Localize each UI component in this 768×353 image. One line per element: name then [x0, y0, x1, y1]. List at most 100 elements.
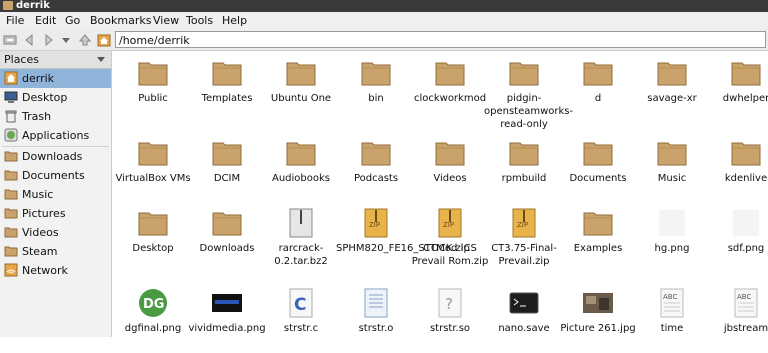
file-item[interactable]: ABC jbstream [709, 281, 768, 353]
sidebar-item-trash[interactable]: Trash [0, 107, 111, 126]
folder-icon [211, 207, 243, 239]
file-item[interactable]: vividmedia.png [188, 281, 266, 353]
applications-icon [4, 128, 18, 142]
folder-icon [137, 137, 169, 169]
sidebar-item-derrik[interactable]: derrik [0, 69, 111, 88]
menu-help[interactable]: Help [222, 14, 247, 28]
sidebar-item-label: Pictures [22, 207, 66, 220]
file-item[interactable]: nano.save [487, 281, 561, 353]
menu-view[interactable]: View [153, 14, 179, 28]
file-item[interactable]: pidgin-opensteamworks-read-only [484, 51, 573, 130]
sidebar-item-videos[interactable]: Videos [0, 223, 111, 242]
svg-text:?: ? [445, 295, 453, 313]
file-label: Examples [573, 243, 623, 254]
file-label: Music [657, 173, 687, 184]
menu-file[interactable]: File [6, 14, 24, 28]
chevron-down-icon[interactable] [97, 57, 105, 62]
file-item[interactable]: ZIP SPHM820_FE16_STOCK.zip [336, 201, 470, 273]
file-item[interactable]: strstr.o [339, 281, 413, 353]
folder-icon [211, 57, 243, 89]
sidebar-item-label: Steam [22, 245, 58, 258]
home-icon[interactable] [96, 32, 112, 48]
image-icon: DG [137, 287, 169, 319]
up-icon[interactable] [77, 32, 93, 48]
menu-edit[interactable]: Edit [35, 14, 56, 28]
file-label: jbstream [723, 323, 768, 334]
file-item[interactable]: rpmbuild [487, 131, 561, 203]
file-item[interactable]: ZIP CTMod ICS Prevail Rom.zip [412, 201, 488, 273]
file-item[interactable]: Ubuntu One [264, 51, 338, 123]
file-item[interactable]: DCIM [190, 131, 264, 203]
sidebar-item-steam[interactable]: Steam [0, 242, 111, 261]
folder-icon [508, 137, 540, 169]
archive-icon [285, 207, 317, 239]
file-item[interactable]: Audiobooks [264, 131, 338, 203]
file-item[interactable]: Public [116, 51, 190, 123]
file-item[interactable]: Music [635, 131, 709, 203]
folder-icon [3, 1, 13, 10]
menu-tools[interactable]: Tools [186, 14, 213, 28]
text-file-icon: ABC [730, 287, 762, 319]
places-header[interactable]: Places [0, 51, 111, 69]
folder-icon [4, 246, 18, 257]
sidebar-item-music[interactable]: Music [0, 185, 111, 204]
photo-icon [582, 287, 614, 319]
menu-go[interactable]: Go [65, 14, 80, 28]
file-item[interactable]: ABC time [635, 281, 709, 353]
menu-bookmarks[interactable]: Bookmarks [90, 14, 151, 28]
folder-icon [211, 137, 243, 169]
file-item[interactable]: Desktop [116, 201, 190, 273]
folder-icon [434, 57, 466, 89]
folder-icon [508, 57, 540, 89]
file-item[interactable]: ? strstr.so [413, 281, 487, 353]
svg-text:C: C [294, 295, 306, 315]
file-item[interactable]: rarcrack-0.2.tar.bz2 [264, 201, 338, 273]
file-label: SPHM820_FE16_STOCK.zip [336, 243, 470, 254]
folder-icon [4, 151, 18, 162]
file-item[interactable]: d [561, 51, 635, 123]
sidebar-item-label: derrik [22, 72, 55, 85]
history-dropdown-icon[interactable] [58, 32, 74, 48]
file-item[interactable]: clockworkmod [413, 51, 487, 123]
folder-icon [730, 57, 762, 89]
file-item[interactable]: sdf.png [709, 201, 768, 273]
sidebar-item-label: Applications [22, 129, 90, 142]
file-item[interactable]: Documents [561, 131, 635, 203]
sidebar-item-applications[interactable]: Applications [0, 126, 111, 145]
sidebar-item-desktop[interactable]: Desktop [0, 88, 111, 107]
file-item[interactable]: savage-xr [635, 51, 709, 123]
file-item[interactable]: bin [339, 51, 413, 123]
file-label: d [594, 93, 602, 104]
file-item[interactable]: Podcasts [339, 131, 413, 203]
file-label: strstr.c [283, 323, 319, 334]
file-item[interactable]: Examples [561, 201, 635, 273]
svg-text:ABC: ABC [737, 293, 751, 301]
file-item[interactable]: kdenlive [709, 131, 768, 203]
file-item[interactable]: Videos [413, 131, 487, 203]
new-tab-icon[interactable] [3, 32, 19, 48]
folder-icon [285, 137, 317, 169]
file-item[interactable]: VirtualBox VMs [115, 131, 191, 203]
file-item[interactable]: Downloads [190, 201, 264, 273]
file-label: Ubuntu One [270, 93, 332, 104]
file-item[interactable]: hg.png [635, 201, 709, 273]
file-item[interactable]: dwhelper [709, 51, 768, 123]
file-label: dwhelper [722, 93, 768, 104]
location-input[interactable]: /home/derrik [115, 31, 766, 48]
file-item[interactable]: Picture 261.jpg [560, 281, 636, 353]
sidebar-item-pictures[interactable]: Pictures [0, 204, 111, 223]
back-icon[interactable] [22, 32, 38, 48]
window-title: derrik [16, 0, 50, 11]
folder-icon [4, 189, 18, 200]
sidebar-item-documents[interactable]: Documents [0, 166, 111, 185]
sidebar-item-downloads[interactable]: Downloads [0, 147, 111, 166]
file-item[interactable]: ZIP CT3.75-Final-Prevail.zip [487, 201, 561, 273]
sidebar-item-label: Documents [22, 169, 85, 182]
file-label: vividmedia.png [188, 323, 266, 334]
file-item[interactable]: Cstrstr.c [264, 281, 338, 353]
forward-icon[interactable] [40, 32, 56, 48]
file-item[interactable]: Templates [190, 51, 264, 123]
file-item[interactable]: DG dgfinal.png [116, 281, 190, 353]
unknown-file-icon: ? [434, 287, 466, 319]
sidebar-item-network[interactable]: Network [0, 261, 111, 280]
